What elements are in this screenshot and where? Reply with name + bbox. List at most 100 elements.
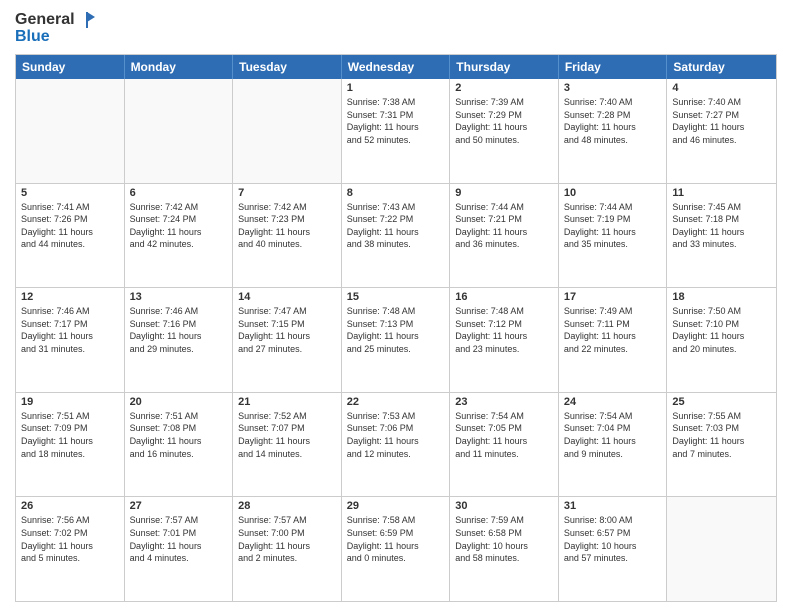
day-cell [233, 79, 342, 183]
day-cell: 22 Sunrise: 7:53 AM Sunset: 7:06 PM Dayli… [342, 393, 451, 497]
day-info: Sunrise: 7:46 AM Sunset: 7:16 PM Dayligh… [130, 305, 228, 355]
day-number: 19 [21, 396, 119, 408]
day-number: 31 [564, 500, 662, 512]
day-header-saturday: Saturday [667, 55, 776, 79]
day-cell: 2Sunrise: 7:39 AM Sunset: 7:29 PM Daylig… [450, 79, 559, 183]
day-cell: 23 Sunrise: 7:54 AM Sunset: 7:05 PM Dayli… [450, 393, 559, 497]
day-number: 29 [347, 500, 445, 512]
calendar: SundayMondayTuesdayWednesdayThursdayFrid… [15, 54, 777, 602]
day-cell [667, 497, 776, 601]
day-header-monday: Monday [125, 55, 234, 79]
day-info: Sunrise: 7:46 AM Sunset: 7:17 PM Dayligh… [21, 305, 119, 355]
day-info: Sunrise: 7:44 AM Sunset: 7:21 PM Dayligh… [455, 201, 553, 251]
day-info: Sunrise: 7:47 AM Sunset: 7:15 PM Dayligh… [238, 305, 336, 355]
day-cell: 24 Sunrise: 7:54 AM Sunset: 7:04 PM Dayli… [559, 393, 668, 497]
day-number: 18 [672, 291, 771, 303]
week-row-3: 12 Sunrise: 7:46 AM Sunset: 7:17 PM Dayli… [16, 288, 776, 393]
day-info: Sunrise: 7:54 AM Sunset: 7:04 PM Dayligh… [564, 410, 662, 460]
day-info: Sunrise: 7:48 AM Sunset: 7:13 PM Dayligh… [347, 305, 445, 355]
day-number: 30 [455, 500, 553, 512]
logo-flag-icon [77, 10, 97, 30]
day-cell: 28 Sunrise: 7:57 AM Sunset: 7:00 PM Dayli… [233, 497, 342, 601]
day-number: 4 [672, 82, 771, 94]
day-cell: 5 Sunrise: 7:41 AM Sunset: 7:26 PM Daylig… [16, 184, 125, 288]
day-number: 24 [564, 396, 662, 408]
day-cell: 4Sunrise: 7:40 AM Sunset: 7:27 PM Daylig… [667, 79, 776, 183]
day-info: Sunrise: 7:42 AM Sunset: 7:23 PM Dayligh… [238, 201, 336, 251]
day-header-sunday: Sunday [16, 55, 125, 79]
calendar-header: SundayMondayTuesdayWednesdayThursdayFrid… [16, 55, 776, 79]
day-header-wednesday: Wednesday [342, 55, 451, 79]
day-cell: 11Sunrise: 7:45 AM Sunset: 7:18 PM Dayli… [667, 184, 776, 288]
day-cell: 16 Sunrise: 7:48 AM Sunset: 7:12 PM Dayli… [450, 288, 559, 392]
day-cell: 30Sunrise: 7:59 AM Sunset: 6:58 PM Dayli… [450, 497, 559, 601]
calendar-body: 1 Sunrise: 7:38 AM Sunset: 7:31 PM Daylig… [16, 79, 776, 601]
day-cell: 27Sunrise: 7:57 AM Sunset: 7:01 PM Dayli… [125, 497, 234, 601]
day-cell: 31 Sunrise: 8:00 AM Sunset: 6:57 PM Dayli… [559, 497, 668, 601]
day-cell: 25Sunrise: 7:55 AM Sunset: 7:03 PM Dayli… [667, 393, 776, 497]
day-info: Sunrise: 7:42 AM Sunset: 7:24 PM Dayligh… [130, 201, 228, 251]
day-number: 13 [130, 291, 228, 303]
day-cell: 6 Sunrise: 7:42 AM Sunset: 7:24 PM Daylig… [125, 184, 234, 288]
day-number: 23 [455, 396, 553, 408]
day-info: Sunrise: 7:38 AM Sunset: 7:31 PM Dayligh… [347, 96, 445, 146]
day-cell: 14 Sunrise: 7:47 AM Sunset: 7:15 PM Dayli… [233, 288, 342, 392]
logo-blue: Blue [15, 28, 97, 46]
day-info: Sunrise: 7:57 AM Sunset: 7:01 PM Dayligh… [130, 514, 228, 564]
day-number: 1 [347, 82, 445, 94]
day-cell: 1 Sunrise: 7:38 AM Sunset: 7:31 PM Daylig… [342, 79, 451, 183]
day-cell: 20Sunrise: 7:51 AM Sunset: 7:08 PM Dayli… [125, 393, 234, 497]
day-number: 28 [238, 500, 336, 512]
day-info: Sunrise: 7:43 AM Sunset: 7:22 PM Dayligh… [347, 201, 445, 251]
day-cell: 19 Sunrise: 7:51 AM Sunset: 7:09 PM Dayli… [16, 393, 125, 497]
day-cell: 29Sunrise: 7:58 AM Sunset: 6:59 PM Dayli… [342, 497, 451, 601]
day-number: 21 [238, 396, 336, 408]
day-number: 7 [238, 187, 336, 199]
week-row-5: 26Sunrise: 7:56 AM Sunset: 7:02 PM Dayli… [16, 497, 776, 601]
day-number: 9 [455, 187, 553, 199]
day-number: 20 [130, 396, 228, 408]
day-info: Sunrise: 7:53 AM Sunset: 7:06 PM Dayligh… [347, 410, 445, 460]
day-cell: 12 Sunrise: 7:46 AM Sunset: 7:17 PM Dayli… [16, 288, 125, 392]
day-info: Sunrise: 7:56 AM Sunset: 7:02 PM Dayligh… [21, 514, 119, 564]
day-info: Sunrise: 8:00 AM Sunset: 6:57 PM Dayligh… [564, 514, 662, 564]
day-cell: 15 Sunrise: 7:48 AM Sunset: 7:13 PM Dayli… [342, 288, 451, 392]
week-row-2: 5 Sunrise: 7:41 AM Sunset: 7:26 PM Daylig… [16, 184, 776, 289]
week-row-4: 19 Sunrise: 7:51 AM Sunset: 7:09 PM Dayli… [16, 393, 776, 498]
day-info: Sunrise: 7:51 AM Sunset: 7:09 PM Dayligh… [21, 410, 119, 460]
day-number: 12 [21, 291, 119, 303]
page-header: General Blue [15, 10, 777, 46]
day-info: Sunrise: 7:40 AM Sunset: 7:28 PM Dayligh… [564, 96, 662, 146]
day-number: 22 [347, 396, 445, 408]
day-info: Sunrise: 7:45 AM Sunset: 7:18 PM Dayligh… [672, 201, 771, 251]
week-row-1: 1 Sunrise: 7:38 AM Sunset: 7:31 PM Daylig… [16, 79, 776, 184]
day-info: Sunrise: 7:54 AM Sunset: 7:05 PM Dayligh… [455, 410, 553, 460]
day-cell: 3 Sunrise: 7:40 AM Sunset: 7:28 PM Daylig… [559, 79, 668, 183]
day-cell: 18 Sunrise: 7:50 AM Sunset: 7:10 PM Dayli… [667, 288, 776, 392]
day-cell: 26Sunrise: 7:56 AM Sunset: 7:02 PM Dayli… [16, 497, 125, 601]
day-cell: 10Sunrise: 7:44 AM Sunset: 7:19 PM Dayli… [559, 184, 668, 288]
day-info: Sunrise: 7:39 AM Sunset: 7:29 PM Dayligh… [455, 96, 553, 146]
day-info: Sunrise: 7:41 AM Sunset: 7:26 PM Dayligh… [21, 201, 119, 251]
day-cell: 17Sunrise: 7:49 AM Sunset: 7:11 PM Dayli… [559, 288, 668, 392]
day-number: 17 [564, 291, 662, 303]
day-info: Sunrise: 7:48 AM Sunset: 7:12 PM Dayligh… [455, 305, 553, 355]
day-cell: 13 Sunrise: 7:46 AM Sunset: 7:16 PM Dayli… [125, 288, 234, 392]
day-cell: 9 Sunrise: 7:44 AM Sunset: 7:21 PM Daylig… [450, 184, 559, 288]
day-cell: 21 Sunrise: 7:52 AM Sunset: 7:07 PM Dayli… [233, 393, 342, 497]
day-info: Sunrise: 7:50 AM Sunset: 7:10 PM Dayligh… [672, 305, 771, 355]
day-number: 15 [347, 291, 445, 303]
day-header-thursday: Thursday [450, 55, 559, 79]
day-info: Sunrise: 7:57 AM Sunset: 7:00 PM Dayligh… [238, 514, 336, 564]
day-number: 3 [564, 82, 662, 94]
logo: General Blue [15, 10, 97, 46]
day-cell: 8Sunrise: 7:43 AM Sunset: 7:22 PM Daylig… [342, 184, 451, 288]
day-number: 16 [455, 291, 553, 303]
day-cell: 7 Sunrise: 7:42 AM Sunset: 7:23 PM Daylig… [233, 184, 342, 288]
day-number: 14 [238, 291, 336, 303]
logo-general: General [15, 11, 75, 29]
day-number: 25 [672, 396, 771, 408]
day-number: 5 [21, 187, 119, 199]
day-info: Sunrise: 7:52 AM Sunset: 7:07 PM Dayligh… [238, 410, 336, 460]
day-number: 6 [130, 187, 228, 199]
